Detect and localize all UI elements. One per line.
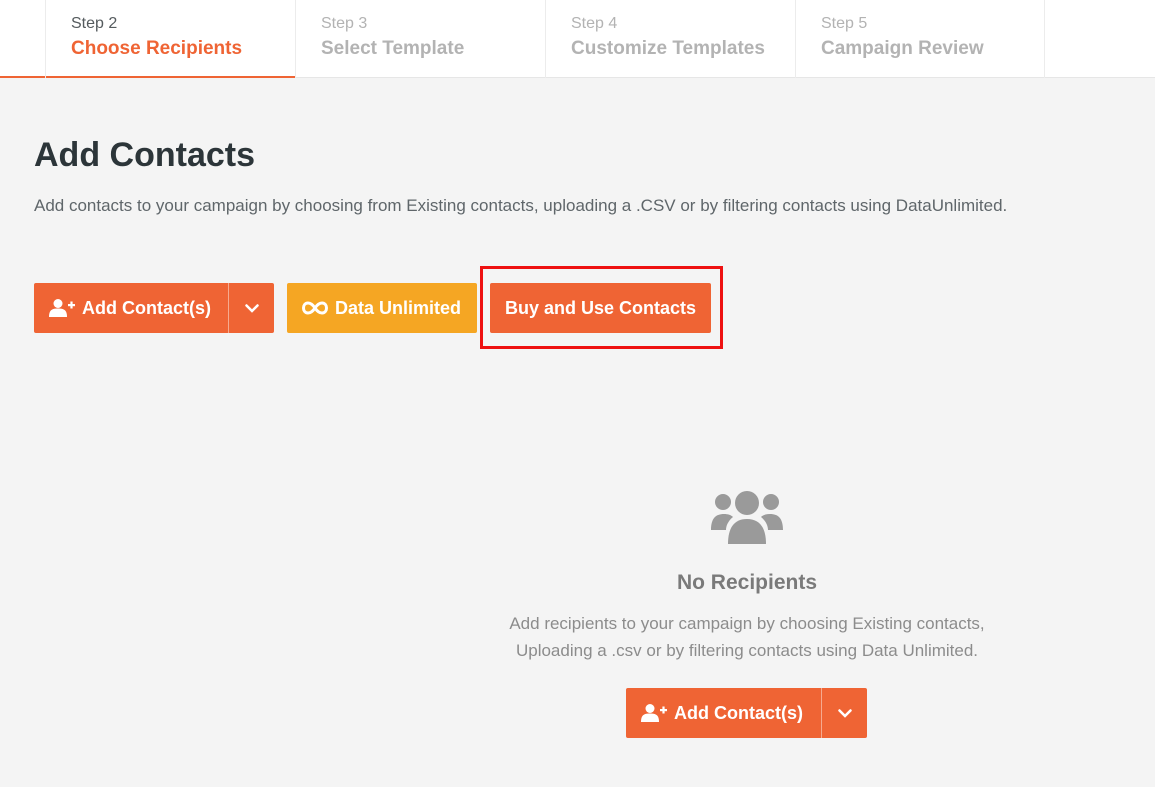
step-customize-templates[interactable]: Step 4 Customize Templates — [545, 0, 795, 78]
chevron-down-icon[interactable] — [822, 688, 867, 738]
step-title: Customize Templates — [571, 38, 765, 59]
step-choose-recipients[interactable]: Step 2 Choose Recipients — [45, 0, 295, 78]
chevron-down-icon[interactable] — [229, 283, 274, 333]
add-contacts-label: Add Contact(s) — [674, 702, 803, 723]
empty-state-line: Add recipients to your campaign by choos… — [509, 614, 985, 633]
data-unlimited-label: Data Unlimited — [335, 297, 462, 318]
step-title: Select Template — [321, 38, 465, 59]
step-bar: Step 2 Choose Recipients Step 3 Select T… — [0, 0, 1155, 78]
step-number: Step 3 — [321, 15, 368, 32]
user-plus-icon — [48, 298, 76, 318]
add-contacts-button[interactable]: Add Contact(s) — [34, 283, 274, 333]
empty-add-contacts-button[interactable]: Add Contact(s) — [626, 688, 867, 738]
step-campaign-review[interactable]: Step 5 Campaign Review — [795, 0, 1045, 78]
add-contacts-label: Add Contact(s) — [82, 297, 211, 318]
empty-state-title: No Recipients — [676, 571, 818, 594]
page-title: Add Contacts — [34, 136, 255, 174]
infinity-icon — [301, 301, 329, 315]
empty-state-line: Uploading a .csv or by filtering contact… — [515, 641, 979, 660]
step-number: Step 5 — [821, 15, 868, 32]
step-number: Step 4 — [571, 15, 618, 32]
data-unlimited-button[interactable]: Data Unlimited — [287, 283, 477, 333]
step-bar-edge — [0, 76, 45, 78]
users-icon — [711, 490, 783, 544]
step-title: Campaign Review — [821, 38, 984, 59]
page-description: Add contacts to your campaign by choosin… — [34, 196, 1008, 215]
step-select-template[interactable]: Step 3 Select Template — [295, 0, 545, 78]
user-plus-icon — [640, 703, 668, 723]
step-number: Step 2 — [71, 15, 118, 32]
step-title: Choose Recipients — [71, 38, 243, 59]
highlight-box — [480, 266, 723, 349]
empty-state-description: Add recipients to your campaign by choos… — [480, 610, 1014, 664]
